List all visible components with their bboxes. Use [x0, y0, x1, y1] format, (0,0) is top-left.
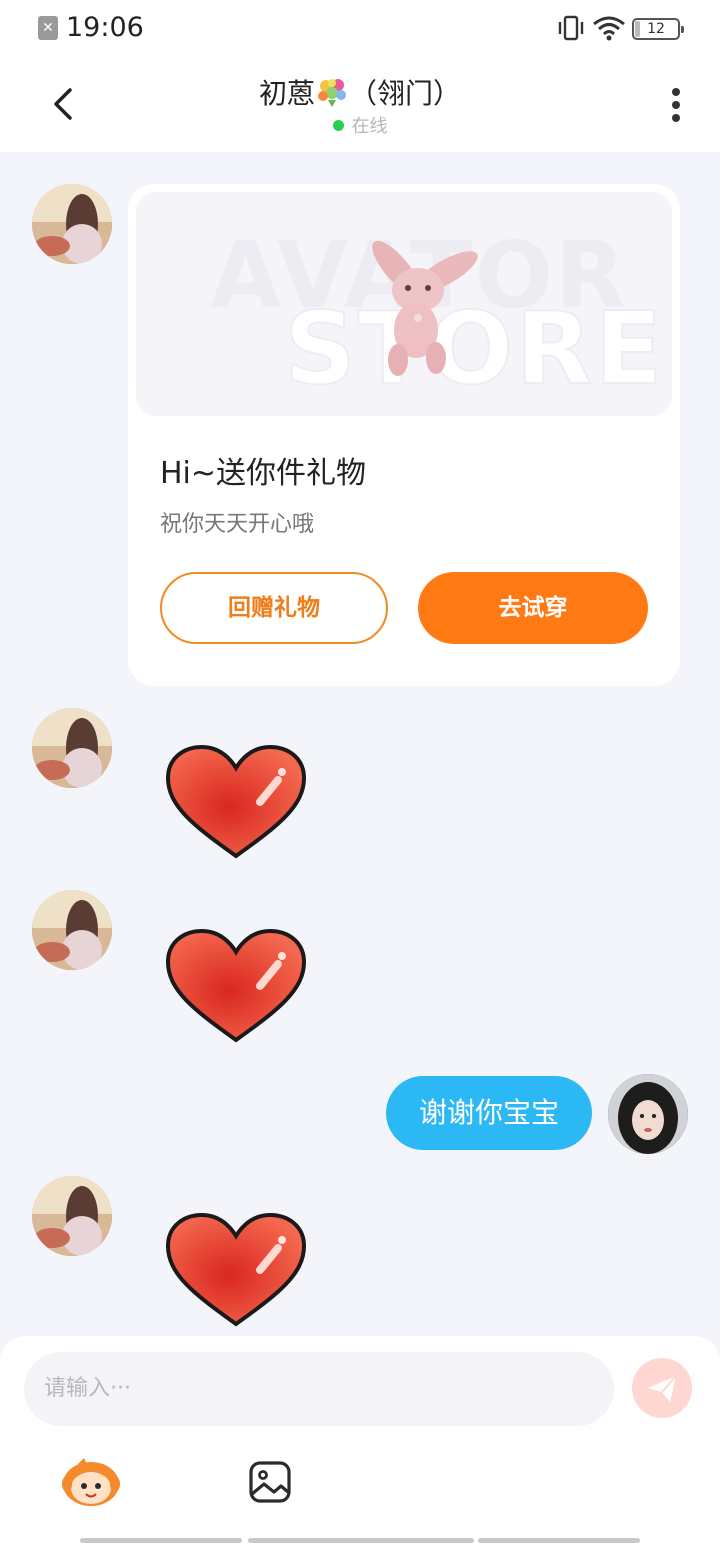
dot: [672, 114, 680, 122]
heart-sticker: [165, 928, 307, 1043]
gift-title: Hi~送你件礼物: [160, 456, 367, 491]
chat-title: 初蒽 （翎门）: [0, 72, 720, 112]
send-button[interactable]: [632, 1358, 692, 1418]
message-input[interactable]: 请输入···: [24, 1352, 614, 1426]
gesture-bar: [80, 1538, 242, 1543]
battery-level: 12: [647, 21, 665, 37]
notification-icon: ✕: [38, 16, 58, 40]
gesture-bar: [478, 1538, 640, 1543]
status-bar: ✕ 19:06 12: [0, 0, 720, 58]
contact-name: 初蒽: [258, 77, 315, 110]
mascot-icon[interactable]: [60, 1454, 122, 1508]
contact-avatar[interactable]: [32, 890, 112, 970]
online-label: 在线: [351, 116, 388, 137]
gift-card[interactable]: AVATOR STORE Hi~送你件礼物 祝你天天开心哦 回赠礼物 去试穿: [128, 184, 680, 686]
more-options-button[interactable]: [660, 84, 692, 128]
heart-sticker: [165, 744, 307, 859]
gift-subtitle: 祝你天天开心哦: [160, 512, 315, 537]
bunny-gift-image: [372, 240, 478, 376]
input-bar: 请输入···: [0, 1336, 720, 1544]
online-dot: [332, 120, 344, 131]
dot: [672, 88, 680, 96]
heart-sticker: [165, 1212, 307, 1327]
online-status: 在线: [0, 112, 720, 138]
return-gift-button[interactable]: 回赠礼物: [160, 572, 388, 644]
gift-banner: AVATOR STORE: [136, 192, 672, 416]
gesture-bar: [248, 1538, 474, 1543]
send-icon: [648, 1375, 677, 1402]
status-time: 19:06: [66, 12, 144, 43]
bouquet-icon: [318, 79, 346, 107]
dot: [672, 101, 680, 109]
contact-avatar[interactable]: [32, 184, 112, 264]
my-avatar[interactable]: [608, 1074, 688, 1154]
vibrate-icon: [558, 15, 584, 41]
contact-group: （翎门）: [349, 77, 462, 110]
contact-avatar[interactable]: [32, 1176, 112, 1256]
battery-icon: 12: [632, 18, 684, 40]
my-message-bubble[interactable]: 谢谢你宝宝: [386, 1076, 592, 1150]
try-on-button[interactable]: 去试穿: [418, 572, 648, 644]
wifi-icon: [593, 16, 625, 41]
contact-avatar[interactable]: [32, 708, 112, 788]
chat-header: 初蒽 （翎门） 在线: [0, 58, 720, 152]
image-icon[interactable]: [248, 1460, 292, 1504]
